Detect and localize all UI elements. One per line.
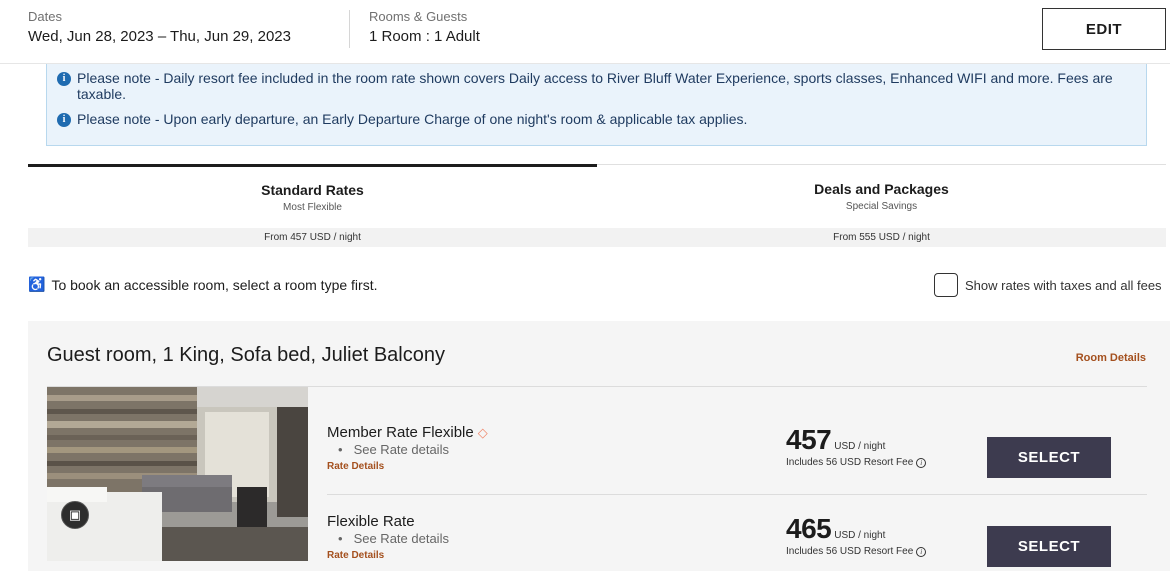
- dates-value: Wed, Jun 28, 2023 – Thu, Jun 29, 2023: [28, 28, 291, 45]
- tab-subtitle: Most Flexible: [283, 202, 342, 213]
- rate-name: Flexible Rate: [327, 513, 415, 530]
- tab-title: Deals and Packages: [814, 181, 949, 197]
- edit-search-button[interactable]: EDIT: [1042, 8, 1166, 50]
- tab-subtitle: Special Savings: [845, 201, 918, 212]
- room-photo-illustration: [47, 387, 308, 561]
- rate-price: 457 USD / night Includes 56 USD Resort F…: [786, 424, 927, 468]
- price-unit: USD / night: [834, 441, 886, 452]
- resort-fee-note: Includes 56 USD Resort Fee: [786, 457, 914, 468]
- gallery-icon[interactable]: ▣: [61, 501, 89, 529]
- taxes-fees-checkbox[interactable]: [934, 273, 958, 297]
- tab-deals-packages[interactable]: Deals and Packages Special Savings From …: [597, 164, 1166, 247]
- info-icon: i: [57, 113, 71, 127]
- rate-bullet: See Rate details: [353, 531, 449, 546]
- dates-summary: Dates Wed, Jun 28, 2023 – Thu, Jun 29, 2…: [28, 9, 291, 45]
- notice-text: Please note - Daily resort fee included …: [77, 70, 1113, 102]
- rooms-guests-value: 1 Room : 1 Adult: [369, 28, 480, 45]
- tab-from-price: From 555 USD / night: [597, 228, 1166, 247]
- accessible-room-note: ♿ To book an accessible room, select a r…: [28, 276, 377, 293]
- member-tag-icon: ◇: [477, 424, 488, 440]
- info-icon[interactable]: i: [916, 546, 927, 557]
- tab-title: Standard Rates: [261, 182, 364, 198]
- tab-from-price: From 457 USD / night: [28, 228, 597, 247]
- info-icon[interactable]: i: [916, 457, 927, 468]
- room-title: Guest room, 1 King, Sofa bed, Juliet Bal…: [47, 344, 445, 366]
- notice-resort-fee: i Please note - Daily resort fee include…: [57, 70, 1136, 102]
- rate-bullet: See Rate details: [353, 442, 449, 457]
- price-amount: 457: [786, 424, 832, 455]
- rooms-guests-summary: Rooms & Guests 1 Room : 1 Adult: [369, 9, 480, 45]
- taxes-fees-label: Show rates with taxes and all fees: [965, 277, 1162, 293]
- taxes-fees-toggle[interactable]: Show rates with taxes and all fees: [934, 273, 1162, 297]
- search-summary-header: Dates Wed, Jun 28, 2023 – Thu, Jun 29, 2…: [0, 0, 1170, 64]
- wheelchair-icon: ♿: [28, 276, 46, 292]
- room-details-link[interactable]: Room Details: [1076, 352, 1146, 364]
- rate-price: 465 USD / night Includes 56 USD Resort F…: [786, 513, 927, 557]
- tab-standard-rates[interactable]: Standard Rates Most Flexible From 457 US…: [28, 164, 597, 247]
- notice-text: Please note - Upon early departure, an E…: [77, 111, 748, 127]
- room-card: Guest room, 1 King, Sofa bed, Juliet Bal…: [28, 321, 1170, 571]
- resort-fee-note: Includes 56 USD Resort Fee: [786, 546, 914, 557]
- accessible-note-text: To book an accessible room, select a roo…: [51, 276, 378, 293]
- resort-notice-box: i Please note - Daily resort fee include…: [46, 64, 1147, 146]
- header-divider: [349, 10, 350, 48]
- notice-early-departure: i Please note - Upon early departure, an…: [57, 111, 1136, 127]
- price-unit: USD / night: [834, 530, 886, 541]
- price-amount: 465: [786, 513, 832, 544]
- dates-label: Dates: [28, 9, 62, 24]
- rate-type-tabs: Standard Rates Most Flexible From 457 US…: [28, 164, 1166, 247]
- rate-option: Flexible Rate • See Rate details Rate Det…: [327, 513, 1147, 567]
- info-icon: i: [57, 72, 71, 86]
- rate-name: Member Rate Flexible: [327, 424, 474, 441]
- select-rate-button[interactable]: SELECT: [987, 437, 1111, 478]
- select-rate-button[interactable]: SELECT: [987, 526, 1111, 567]
- rate-divider: [327, 494, 1147, 495]
- rooms-guests-label: Rooms & Guests: [369, 9, 468, 24]
- rate-option: Member Rate Flexible ◇ • See Rate details…: [327, 424, 1147, 478]
- room-photo[interactable]: ▣: [47, 387, 308, 561]
